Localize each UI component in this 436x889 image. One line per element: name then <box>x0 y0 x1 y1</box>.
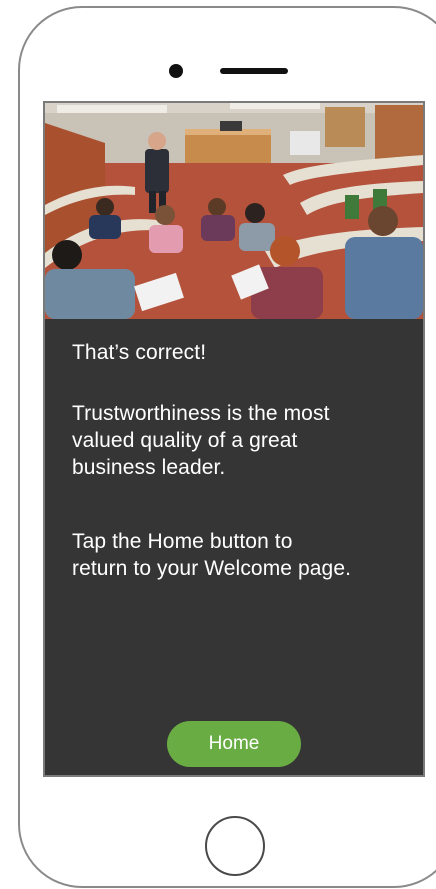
phone-screen: That’s correct! Trustworthiness is the m… <box>43 101 425 777</box>
home-button[interactable]: Home <box>167 721 301 767</box>
explanation-text: Trustworthiness is the most valued quali… <box>72 402 330 479</box>
correct-message: That’s correct! <box>72 341 207 364</box>
instruction-text: Tap the Home button to return to your We… <box>72 530 352 580</box>
lecture-hall-photo <box>45 103 423 319</box>
page: That’s correct! Trustworthiness is the m… <box>0 0 436 889</box>
camera-icon <box>169 64 183 78</box>
speaker-icon <box>220 68 288 74</box>
device-home-key[interactable] <box>205 816 265 876</box>
